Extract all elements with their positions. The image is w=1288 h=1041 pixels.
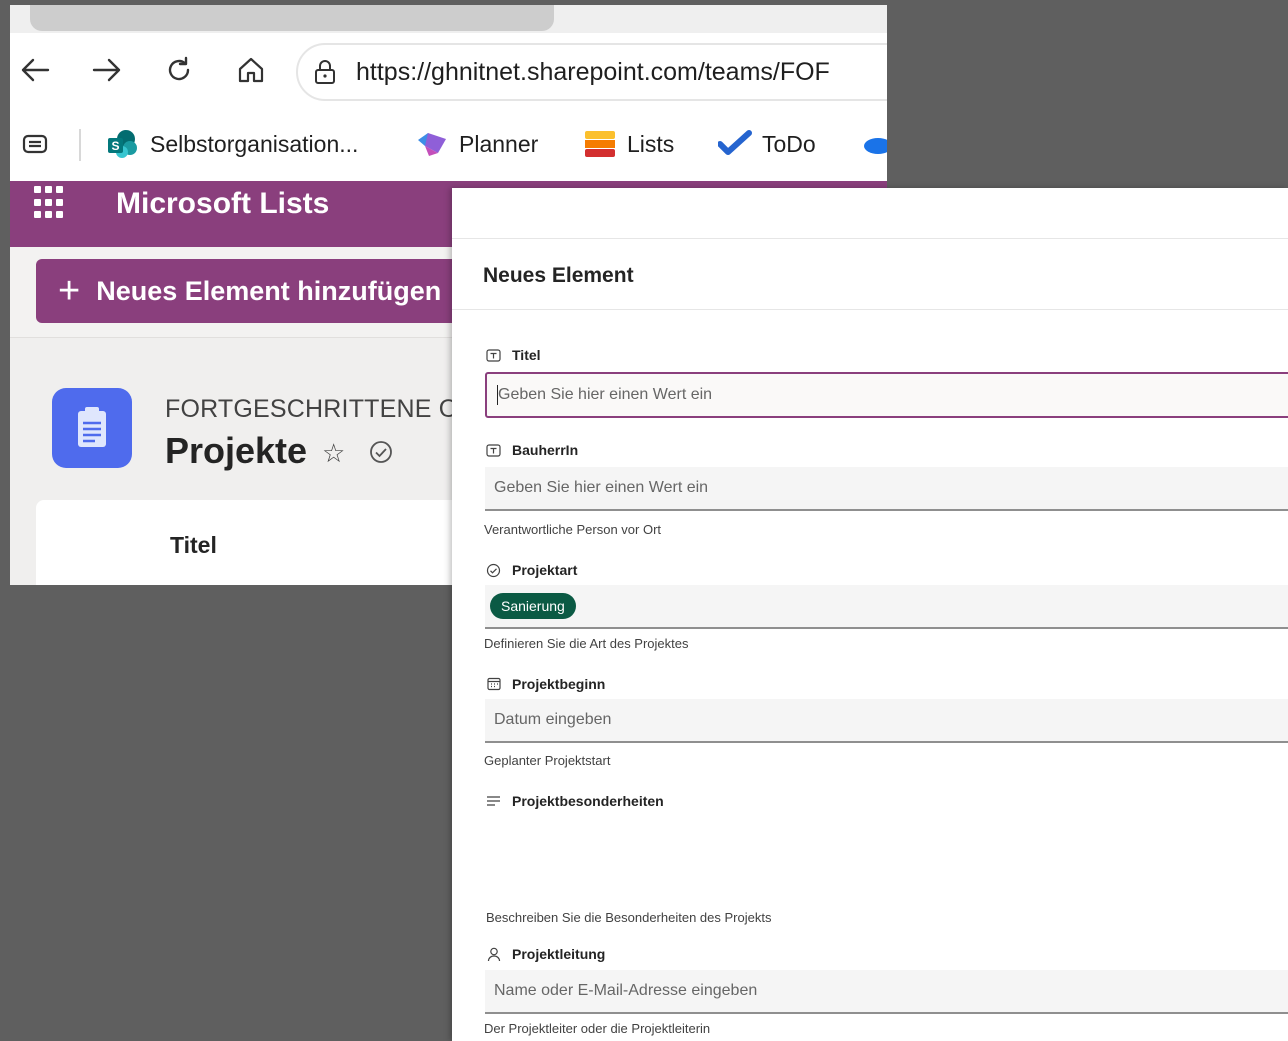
bookmark-planner[interactable]: Planner	[415, 129, 538, 159]
field-label-bauherrin: BauherrIn	[486, 442, 578, 458]
bookmark-todo[interactable]: ToDo	[718, 129, 816, 159]
onedrive-icon	[864, 138, 887, 154]
titel-input[interactable]: Geben Sie hier einen Wert ein	[485, 372, 1288, 418]
browser-toolbar: https://ghnitnet.sharepoint.com/teams/FO…	[10, 33, 887, 115]
bookmark-selbstorganisation[interactable]: S Selbstorganisation...	[106, 129, 358, 159]
field-label-projektart: Projektart	[486, 562, 577, 578]
field-label-text: BauherrIn	[512, 442, 579, 458]
projektleitung-people-picker[interactable]: Name oder E-Mail-Adresse eingeben	[485, 970, 1288, 1014]
field-label-text: Projektleitung	[512, 946, 606, 962]
app-title[interactable]: Microsoft Lists	[116, 187, 329, 221]
field-label-titel: Titel	[486, 347, 541, 363]
tab-actions-button[interactable]	[22, 129, 48, 159]
new-item-panel: Neues Element Titel Geben Sie hier einen…	[452, 188, 1288, 1041]
bauherrin-help: Verantwortliche Person vor Ort	[484, 522, 662, 537]
field-label-projektbeginn: Projektbeginn	[486, 676, 605, 692]
svg-text:S: S	[111, 139, 119, 153]
bauherrin-placeholder: Geben Sie hier einen Wert ein	[494, 479, 709, 496]
panel-top-bar	[452, 188, 1288, 239]
text-field-icon	[486, 443, 501, 458]
address-url[interactable]: https://ghnitnet.sharepoint.com/teams/FO…	[356, 58, 830, 87]
bookmarks-bar: S Selbstorganisation... Planner Lists To…	[10, 115, 887, 182]
add-new-item-label: Neues Element hinzufügen	[96, 275, 442, 306]
projektart-select[interactable]: Sanierung	[485, 585, 1288, 629]
bookmark-label: Lists	[627, 130, 675, 157]
panel-divider	[452, 309, 1288, 310]
forward-button[interactable]	[90, 53, 124, 87]
titel-placeholder: Geben Sie hier einen Wert ein	[498, 386, 713, 403]
column-header-titel[interactable]: Titel	[170, 532, 217, 559]
projektbesonderheiten-help: Beschreiben Sie die Besonderheiten des P…	[486, 910, 772, 925]
projektbesonderheiten-textarea[interactable]	[485, 816, 1288, 904]
multiline-text-icon	[486, 794, 501, 809]
todo-icon	[718, 130, 752, 155]
projektbeginn-placeholder: Datum eingeben	[494, 711, 612, 728]
projektart-help: Definieren Sie die Art des Projektes	[484, 636, 689, 651]
panel-title: Neues Element	[483, 264, 634, 287]
projektleitung-help: Der Projektleiter oder die Projektleiter…	[484, 1021, 711, 1036]
choice-field-icon	[486, 563, 501, 578]
field-label-text: Projektbeginn	[512, 676, 606, 692]
projektleitung-placeholder: Name oder E-Mail-Adresse eingeben	[494, 982, 758, 999]
tab-strip	[10, 5, 887, 33]
tab-actions-icon	[22, 134, 48, 154]
lists-icon	[585, 131, 615, 157]
planner-icon	[418, 133, 446, 156]
bauherrin-input[interactable]: Geben Sie hier einen Wert ein	[485, 467, 1288, 511]
field-label-projektleitung: Projektleitung	[486, 946, 605, 962]
home-button[interactable]	[234, 53, 268, 87]
bookmark-label: Planner	[459, 130, 539, 157]
field-label-text: Titel	[512, 347, 541, 363]
reload-icon	[168, 56, 190, 81]
field-label-projektbesonderheiten: Projektbesonderheiten	[486, 793, 664, 809]
plus-icon: +	[58, 270, 81, 312]
person-icon	[486, 947, 501, 962]
bookmark-onedrive[interactable]	[860, 129, 887, 159]
list-clipboard-icon	[52, 388, 132, 468]
back-button[interactable]	[18, 53, 52, 87]
add-new-item-button[interactable]: + Neues Element hinzufügen	[36, 259, 466, 323]
arrow-right-icon	[92, 58, 121, 82]
arrow-left-icon	[21, 58, 50, 82]
bookmark-lists[interactable]: Lists	[583, 129, 674, 159]
field-label-text: Projektbesonderheiten	[512, 793, 664, 809]
field-label-text: Projektart	[512, 562, 578, 578]
text-field-icon	[486, 348, 501, 363]
reload-button[interactable]	[162, 53, 196, 87]
browser-tab-active[interactable]	[30, 5, 554, 31]
lock-icon[interactable]	[314, 59, 336, 85]
app-launcher-icon[interactable]	[34, 186, 68, 220]
projektbeginn-help: Geplanter Projektstart	[484, 753, 611, 768]
address-bar[interactable]: https://ghnitnet.sharepoint.com/teams/FO…	[296, 43, 887, 101]
home-icon	[238, 57, 264, 83]
calendar-icon	[486, 677, 501, 692]
bookmark-label: Selbstorganisation...	[150, 130, 359, 157]
favorite-star-icon[interactable]: ☆	[322, 438, 345, 469]
sharepoint-icon: S	[108, 130, 137, 158]
projektbeginn-date-input[interactable]: Datum eingeben	[485, 699, 1288, 743]
bookmarks-divider	[79, 129, 81, 161]
list-name: Projekte	[165, 430, 308, 471]
choice-chip-sanierung[interactable]: Sanierung	[490, 593, 576, 619]
bookmark-label: ToDo	[762, 130, 816, 157]
check-circle-icon[interactable]	[368, 439, 394, 465]
